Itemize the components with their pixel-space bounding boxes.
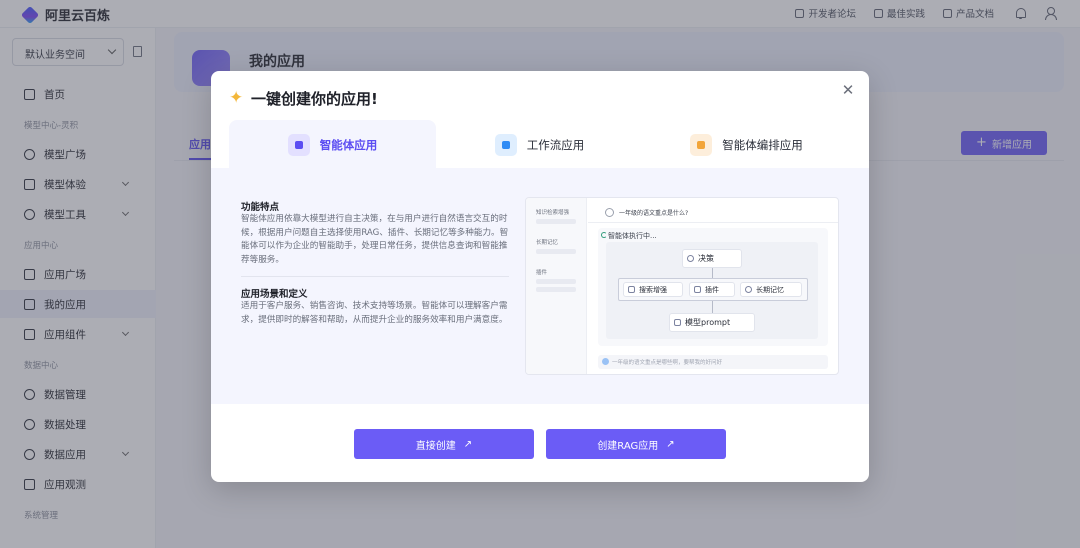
feature-heading: 功能特点 (241, 202, 280, 213)
section-divider (241, 276, 509, 277)
create-direct-button[interactable]: 直接创建 ↗ (354, 429, 534, 459)
close-icon[interactable]: ✕ (841, 83, 855, 98)
create-rag-button-label: 创建RAG应用 (597, 440, 659, 452)
preview-side-bar (536, 279, 576, 284)
scenario-description: 适用于客户服务、销售咨询、技术支持等场景。智能体可以理解客户需求，提供即时的解答… (241, 301, 508, 325)
sparkle-icon (229, 88, 245, 108)
node-search-label: 搜索增强 (639, 285, 667, 294)
create-app-dialog: 一键创建你的应用! ✕ 智能体应用 工作流应用 智能体编排应用 功能特点 智能体… (211, 71, 869, 482)
preview-question: 一年级的语文重点是什么? (619, 210, 689, 217)
tab-agent-app[interactable]: 智能体应用 (229, 120, 436, 169)
workflow-app-icon (494, 133, 517, 156)
preview-side-bar (536, 287, 576, 292)
node-decision: 决策 (682, 249, 742, 268)
tab-workflow-app[interactable]: 工作流应用 (436, 120, 643, 169)
preview-running-text: 智能体执行中... (608, 232, 657, 240)
flow-connector (712, 301, 713, 313)
agent-app-icon (287, 133, 310, 156)
tab-agent-orchestration-app-label: 智能体编排应用 (722, 137, 803, 152)
dialog-title-text: 一键创建你的应用! (251, 90, 378, 108)
preview-side-bar (536, 219, 576, 224)
node-search: 搜索增强 (623, 282, 683, 297)
plugin-icon (694, 286, 701, 293)
dialog-title: 一键创建你的应用! (229, 88, 378, 109)
scenario-heading: 应用场景和定义 (241, 289, 308, 300)
tab-agent-orchestration-app[interactable]: 智能体编排应用 (643, 120, 850, 169)
memory-icon (745, 286, 752, 293)
node-plugin-label: 插件 (705, 285, 719, 294)
create-direct-button-label: 直接创建 (415, 440, 456, 452)
flow-connector (712, 268, 713, 278)
tab-agent-app-label: 智能体应用 (319, 137, 378, 152)
preview-side-bar (536, 249, 576, 254)
arrow-up-right-icon: ↗ (666, 438, 675, 450)
preview-side-label: 长期记忆 (536, 240, 559, 246)
preview-input: 一年级的语文重点是哪些啊，要帮我的好问好 (598, 355, 828, 369)
create-rag-button[interactable]: 创建RAG应用 ↗ (546, 429, 726, 459)
tab-workflow-app-label: 工作流应用 (526, 137, 585, 152)
orchestration-app-icon (690, 133, 713, 156)
preview-side-label: 插件 (536, 270, 548, 276)
preview-sidebar: 知识检索增强 长期记忆 插件 (526, 198, 587, 374)
search-icon (628, 286, 635, 293)
preview-side-label: 知识检索增强 (536, 210, 570, 216)
preview-assistant-icon (602, 358, 609, 365)
node-decision-label: 决策 (698, 254, 714, 263)
feature-description: 智能体应用依靠大模型进行自主决策，在与用户进行自然语言交互的时候，根据用户问题自… (241, 214, 509, 265)
node-model-prompt-label: 模型prompt (685, 318, 731, 327)
node-model-prompt: 模型prompt (669, 313, 755, 332)
node-plugin: 插件 (689, 282, 735, 297)
preview-separator (588, 222, 838, 223)
arrow-up-right-icon: ↗ (463, 438, 473, 450)
node-memory-label: 长期记忆 (756, 285, 784, 294)
loading-icon (601, 232, 607, 238)
preview-user-icon (605, 208, 614, 217)
node-memory: 长期记忆 (740, 282, 802, 297)
model-icon (674, 319, 681, 326)
decision-icon (687, 255, 694, 262)
agent-preview-image: 知识检索增强 长期记忆 插件 一年级的语文重点是什么? 智能体执行中... 决策… (525, 197, 839, 375)
